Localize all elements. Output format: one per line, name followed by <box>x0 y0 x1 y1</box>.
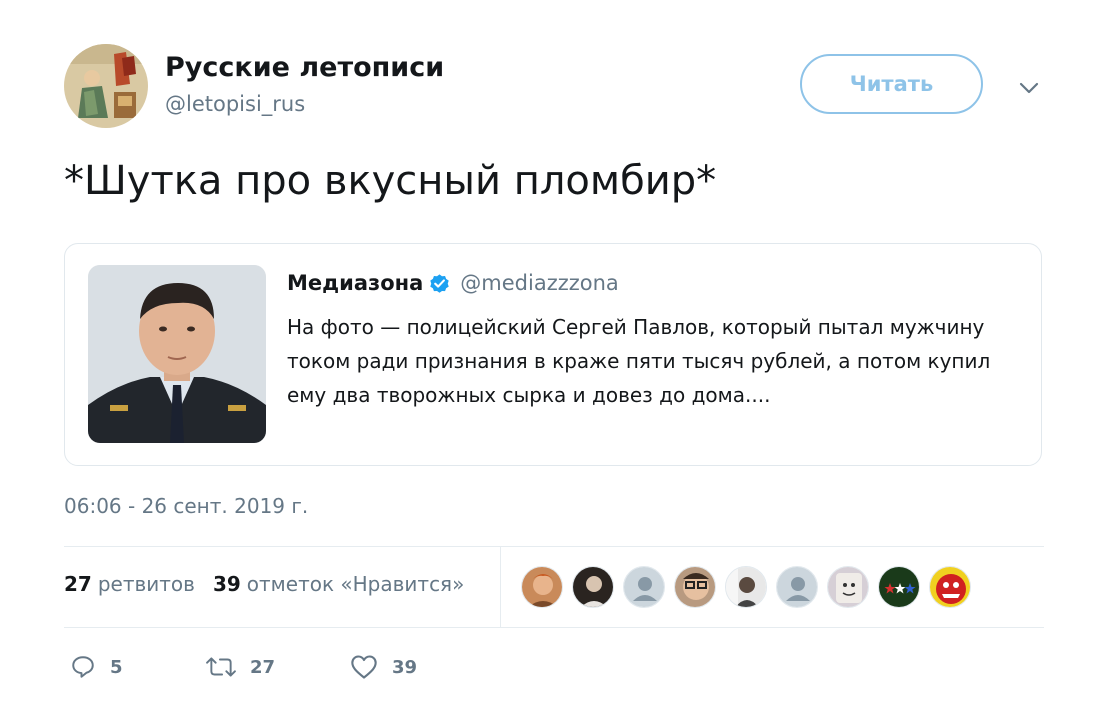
like-action[interactable]: 39 <box>350 654 417 680</box>
police-officer-photo <box>88 265 266 443</box>
author-avatar[interactable] <box>64 44 148 128</box>
liker-avatar-flag[interactable] <box>878 566 920 608</box>
chevron-down-icon <box>1019 82 1039 94</box>
likes-label: отметок «Нравится» <box>246 572 465 596</box>
more-options-button[interactable] <box>1015 74 1043 102</box>
verified-badge-icon <box>428 272 451 295</box>
quoted-tweet-header: Медиазона @mediazzzona <box>287 271 619 295</box>
liker-avatar-default[interactable] <box>776 566 818 608</box>
stats-bottom-divider <box>64 627 1044 628</box>
retweet-action[interactable]: 27 <box>206 654 275 680</box>
quoted-tweet-text: На фото — полицейский Сергей Павлов, кот… <box>287 315 991 407</box>
author-name[interactable]: Русские летописи <box>165 52 444 83</box>
liker-avatar-cartoon[interactable] <box>929 566 971 608</box>
likes-stat[interactable]: 39 отметок «Нравится» <box>213 572 464 596</box>
tweet-text: *Шутка про вкусный пломбир* <box>64 158 717 204</box>
reply-count: 5 <box>110 656 123 678</box>
reply-icon <box>72 656 94 678</box>
liker-avatar[interactable] <box>521 566 563 608</box>
retweets-stat[interactable]: 27 ретвитов <box>64 572 195 596</box>
liker-avatar[interactable] <box>827 566 869 608</box>
stats-vertical-divider <box>500 546 501 627</box>
liker-avatar[interactable] <box>725 566 767 608</box>
retweet-icon <box>206 657 236 677</box>
manuscript-miniature-avatar <box>64 44 148 128</box>
quoted-author-name[interactable]: Медиазона <box>287 271 423 295</box>
author-handle[interactable]: @letopisi_rus <box>165 92 305 116</box>
likes-count: 39 <box>212 572 241 596</box>
liker-avatar[interactable] <box>572 566 614 608</box>
quoted-author-handle[interactable]: @mediazzzona <box>460 271 619 295</box>
follow-button[interactable]: Читать <box>800 54 983 114</box>
retweets-count: 27 <box>64 572 92 596</box>
heart-icon <box>351 655 377 679</box>
like-count: 39 <box>392 656 418 678</box>
stats-top-divider <box>64 546 1044 547</box>
quoted-tweet-photo[interactable] <box>88 265 266 443</box>
retweets-label: ретвитов <box>97 572 195 596</box>
likers-avatar-row <box>521 566 980 608</box>
retweet-count: 27 <box>250 656 276 678</box>
reply-action[interactable]: 5 <box>70 654 123 680</box>
liker-avatar[interactable] <box>674 566 716 608</box>
tweet-timestamp[interactable]: 06:06 - 26 сент. 2019 г. <box>64 494 308 518</box>
engagement-stats: 27 ретвитов 39 отметок «Нравится» <box>64 572 482 596</box>
liker-avatar-default[interactable] <box>623 566 665 608</box>
quoted-tweet-card[interactable]: Медиазона @mediazzzona На фото — полицей… <box>64 243 1042 466</box>
